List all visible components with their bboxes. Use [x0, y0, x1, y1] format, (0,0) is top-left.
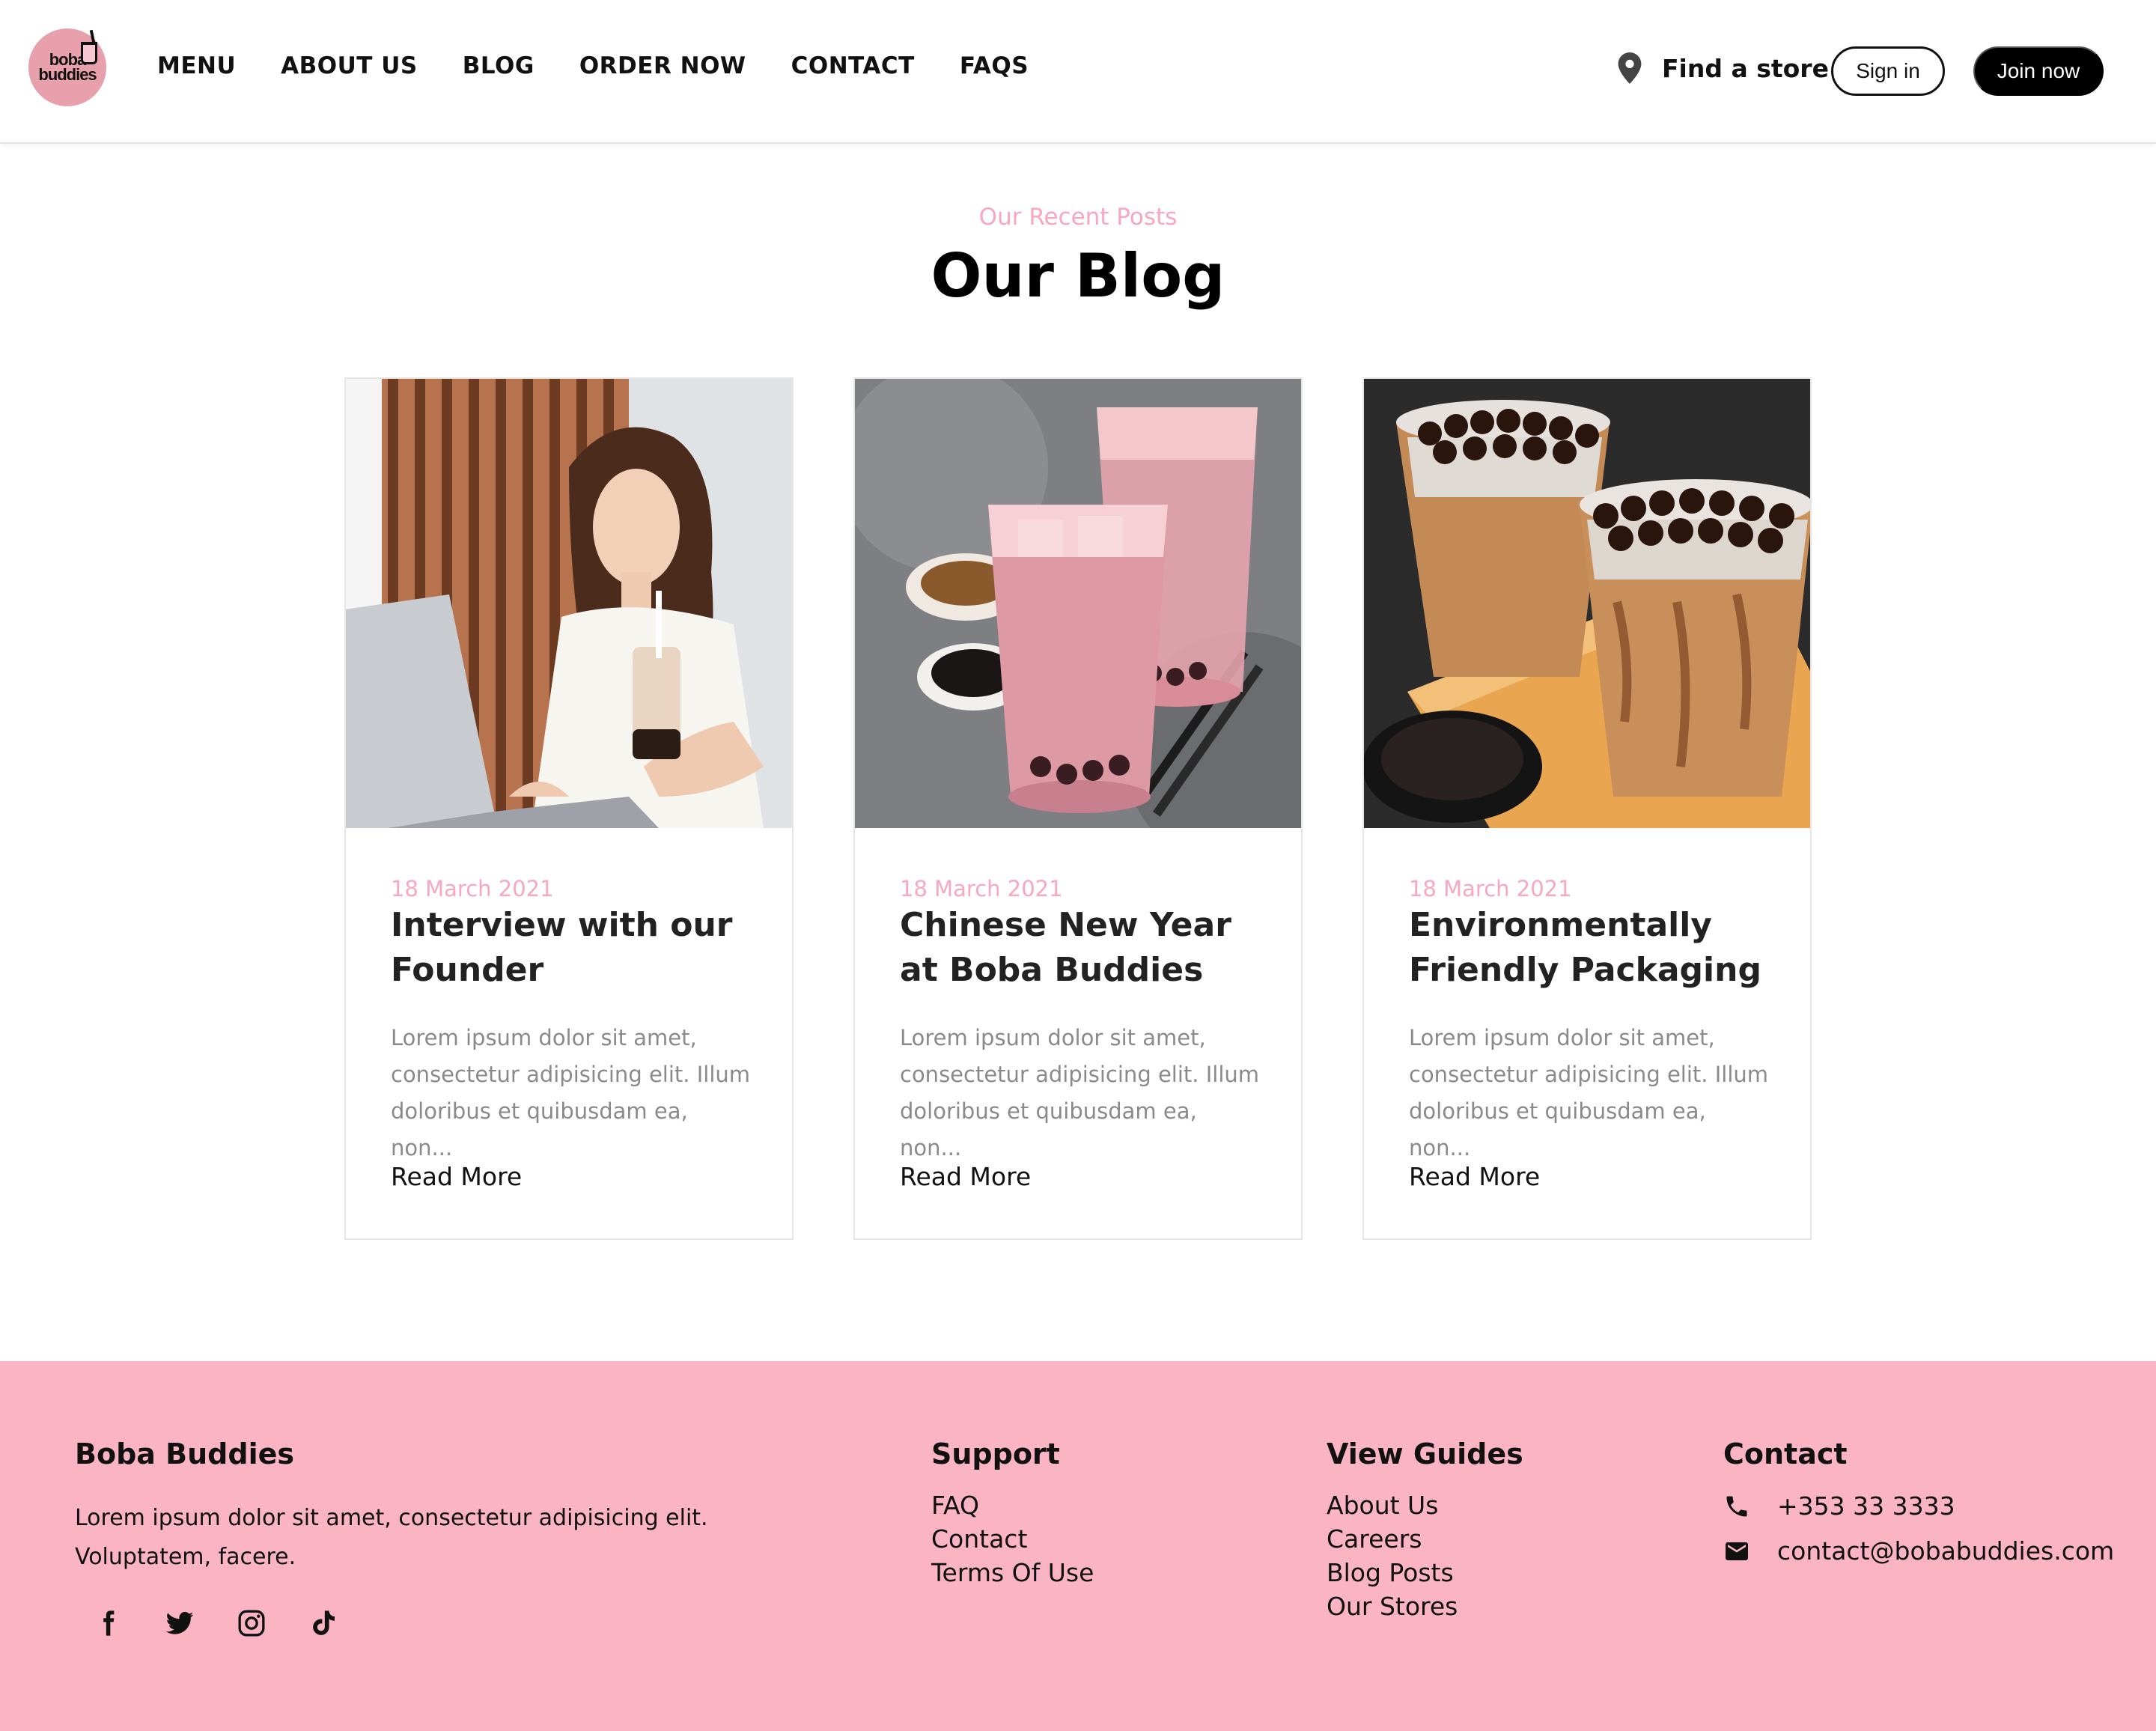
find-a-store-label: Find a store: [1662, 53, 1829, 83]
post-date: 18 March 2021: [1409, 876, 1572, 901]
post-title[interactable]: Environmentally Friendly Packaging: [1409, 903, 1776, 993]
footer-guides-heading: View Guides: [1327, 1438, 1523, 1470]
social-links: [90, 1605, 377, 1641]
footer-link-blog-posts[interactable]: Blog Posts: [1327, 1558, 1454, 1587]
logo-text-line2: buddies: [38, 65, 97, 84]
blog-card-image-brown-sugar-boba[interactable]: [1364, 379, 1810, 828]
nav-item-faqs[interactable]: FAQS: [960, 52, 1029, 79]
footer-description: Lorem ipsum dolor sit amet, consectetur …: [75, 1505, 708, 1570]
footer-email[interactable]: contact@bobabuddies.com: [1723, 1536, 2114, 1566]
footer-brand-heading: Boba Buddies: [75, 1438, 294, 1470]
footer-email-address: contact@bobabuddies.com: [1777, 1536, 2115, 1566]
main-nav: MENU ABOUT US BLOG ORDER NOW CONTACT FAQ…: [157, 52, 1074, 79]
post-date: 18 March 2021: [391, 876, 554, 901]
envelope-icon: [1726, 1542, 1748, 1560]
footer-support-links: FAQ Contact Terms Of Use: [931, 1488, 1094, 1589]
pink-milk-tea-glasses-photo: [855, 379, 1301, 828]
nav-item-order-now[interactable]: ORDER NOW: [579, 52, 746, 79]
post-title[interactable]: Interview with our Founder: [391, 903, 758, 993]
footer-support-heading: Support: [931, 1438, 1060, 1470]
blog-card: 18 March 2021 Environmentally Friendly P…: [1362, 377, 1812, 1240]
instagram-icon[interactable]: [234, 1605, 270, 1641]
read-more-link[interactable]: Read More: [900, 1162, 1031, 1191]
footer-link-contact[interactable]: Contact: [931, 1524, 1027, 1554]
nav-item-menu[interactable]: MENU: [157, 52, 236, 79]
read-more-link[interactable]: Read More: [1409, 1162, 1540, 1191]
footer-link-about-us[interactable]: About Us: [1327, 1491, 1438, 1520]
phone-icon: [1726, 1496, 1747, 1516]
footer-guides-links: About Us Careers Blog Posts Our Stores: [1327, 1488, 1458, 1623]
facebook-icon[interactable]: [90, 1605, 126, 1641]
post-excerpt: Lorem ipsum dolor sit amet, consectetur …: [1409, 1025, 1769, 1160]
blog-card: 18 March 2021 Interview with our Founder…: [344, 377, 794, 1240]
post-excerpt: Lorem ipsum dolor sit amet, consectetur …: [391, 1025, 751, 1160]
join-now-button[interactable]: Join now: [1973, 46, 2104, 96]
woman-with-bubble-tea-photo: [346, 379, 792, 828]
read-more-link[interactable]: Read More: [391, 1162, 522, 1191]
footer-contact-heading: Contact: [1723, 1438, 1848, 1470]
tiktok-icon[interactable]: [305, 1605, 341, 1641]
blog-card: 18 March 2021 Chinese New Year at Boba B…: [853, 377, 1303, 1240]
blog-card-image-pink-milk-tea[interactable]: [855, 379, 1301, 828]
nav-item-about-us[interactable]: ABOUT US: [281, 52, 418, 79]
site-header: boba buddies MENU ABOUT US BLOG ORDER NO…: [0, 0, 2156, 144]
post-excerpt: Lorem ipsum dolor sit amet, consectetur …: [900, 1025, 1260, 1160]
location-pin-icon: [1618, 52, 1642, 84]
footer-phone[interactable]: +353 33 3333: [1723, 1491, 1955, 1521]
page-title: Our Blog: [931, 241, 1225, 311]
footer-link-our-stores[interactable]: Our Stores: [1327, 1592, 1458, 1621]
footer-link-terms-of-use[interactable]: Terms Of Use: [931, 1558, 1094, 1587]
nav-item-contact[interactable]: CONTACT: [791, 52, 915, 79]
twitter-icon[interactable]: [162, 1605, 198, 1641]
post-title[interactable]: Chinese New Year at Boba Buddies: [900, 903, 1267, 993]
nav-item-blog[interactable]: BLOG: [463, 52, 535, 79]
post-date: 18 March 2021: [900, 876, 1063, 901]
blog-card-image-woman-with-bubble-tea[interactable]: [346, 379, 792, 828]
section-eyebrow: Our Recent Posts: [978, 204, 1178, 231]
footer-link-careers[interactable]: Careers: [1327, 1524, 1422, 1554]
footer-phone-number: +353 33 3333: [1777, 1491, 1955, 1521]
logo-cup-graphic: [81, 42, 97, 64]
brown-sugar-boba-cups-photo: [1364, 379, 1810, 828]
boba-buddies-logo[interactable]: boba buddies: [28, 28, 106, 106]
find-a-store-link[interactable]: Find a store: [1617, 52, 1829, 84]
footer-link-faq[interactable]: FAQ: [931, 1491, 979, 1520]
sign-in-button[interactable]: Sign in: [1831, 46, 1945, 96]
